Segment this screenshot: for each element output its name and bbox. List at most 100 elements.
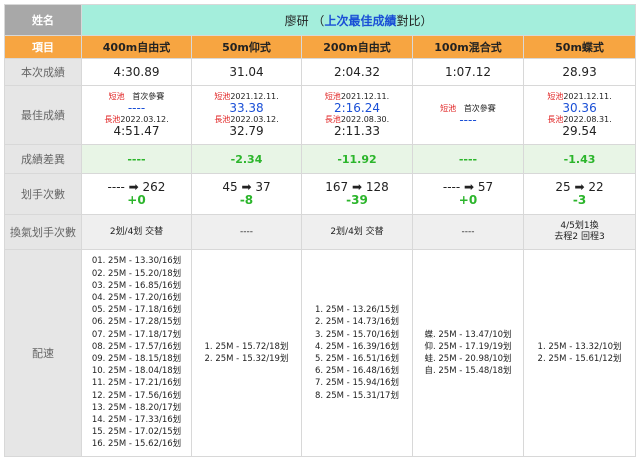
strokes-cell: ---- ➡ 57 +0 [412, 173, 524, 215]
diff-value: ---- [81, 144, 192, 174]
long-course-date: 2022.03.12. [120, 115, 169, 124]
pace-split: 7. 25M - 15.94/16划 [315, 378, 399, 389]
pace-split: 06. 25M - 17.28/15划 [91, 317, 182, 328]
breath-cell: 2划/4划 交替 [81, 214, 192, 250]
pace-cell: 1. 25M - 15.72/18划 2. 25M - 15.32/19划 [191, 249, 302, 457]
breath-cell: ---- [412, 214, 524, 250]
strokes-diff: -3 [572, 193, 587, 207]
best-cell: 短池 首次參賽 ---- [412, 85, 524, 145]
pace-split: 08. 25M - 17.57/16划 [91, 341, 182, 352]
pace-split: 6. 25M - 16.48/16划 [315, 366, 399, 377]
breath-pattern: 2划/4划 交替 [330, 226, 384, 237]
pace-cell: 1. 25M - 13.26/15划 2. 25M - 14.73/16划 3. 2… [301, 249, 413, 457]
short-course-tag: 短池 [108, 92, 125, 101]
long-course-tag: 長池 [324, 115, 341, 124]
current-row: 本次成績 4:30.89 31.04 2:04.32 1:07.12 28.93 [4, 58, 637, 86]
breath-pattern: ---- [461, 226, 475, 237]
diff-value: -1.43 [522, 144, 637, 174]
best-label: 最佳成績 [4, 85, 82, 145]
event-header-label: 項目 [4, 35, 82, 59]
pace-split: 5. 25M - 16.51/16划 [315, 354, 399, 364]
pace-split: 1. 25M - 15.72/18划 [204, 341, 289, 352]
paren-open: （ [312, 13, 325, 28]
event-header-row: 項目 400m自由式 50m仰式 200m自由式 100m混合式 50m蝶式 [4, 35, 637, 59]
best-cell: 短池2021.12.11. 2:16.24 長池2022.08.30. 2:11… [301, 85, 413, 145]
pace-split: 09. 25M - 18.15/18划 [91, 354, 182, 364]
event-header: 400m自由式 [81, 35, 192, 59]
pace-label: 配速 [4, 249, 82, 457]
diff-value: ---- [412, 144, 524, 174]
long-course-time: 29.54 [562, 124, 597, 138]
pace-split: 14. 25M - 17.33/16划 [91, 415, 182, 426]
strokes-cell: ---- ➡ 262 +0 [81, 173, 192, 215]
title-accent: 上次最佳成績 [324, 13, 397, 28]
short-course-date: 首次參賽 [463, 103, 496, 113]
short-course-time: ---- [459, 112, 477, 127]
breath-pattern-detail: 去程2 回程3 [554, 232, 605, 242]
pace-split: 蝶. 25M - 13.47/10划 [424, 329, 512, 340]
pace-list: 1. 25M - 13.32/10划 2. 25M - 15.61/12划 [538, 341, 622, 365]
pace-list: 1. 25M - 15.72/18划 2. 25M - 15.32/19划 [205, 341, 289, 365]
strokes-cell: 167 ➡ 128 -39 [301, 173, 413, 215]
best-cell: 短池2021.12.11. 33.38 長池2022.03.12. 32.79 [191, 85, 302, 145]
short-course-date: 首次參賽 [132, 92, 165, 101]
diff-value: -2.34 [191, 144, 302, 174]
pace-split: 13. 25M - 18.20/17划 [91, 402, 182, 413]
short-course-tag: 短池 [214, 92, 231, 101]
long-course-time: 32.79 [229, 124, 264, 138]
best-cell: 短池 首次參賽 ---- 長池2022.03.12. 4:51.47 [81, 85, 192, 145]
short-course-tag: 短池 [547, 92, 564, 101]
long-course-tag: 長池 [214, 115, 231, 124]
pace-split: 2. 25M - 15.61/12划 [537, 354, 622, 364]
pace-split: 3. 25M - 15.70/16划 [315, 329, 399, 340]
strokes-diff: +0 [458, 193, 478, 207]
current-time: 1:07.12 [412, 58, 524, 86]
pace-split: 02. 25M - 15.20/18划 [91, 268, 182, 279]
diff-label: 成績差異 [4, 144, 82, 174]
long-course-time: 4:51.47 [113, 124, 160, 138]
breath-cell: 4/5划1換 去程2 回程3 [522, 214, 637, 250]
pace-split: 蛙. 25M - 20.98/10划 [424, 354, 512, 364]
event-header: 50m仰式 [191, 35, 302, 59]
strokes-label: 划手次數 [4, 173, 82, 215]
name-label: 姓名 [4, 4, 82, 36]
short-course-date: 2021.12.11. [563, 92, 612, 101]
long-course-date: 2022.08.30. [340, 115, 390, 124]
long-course-time: 2:11.33 [333, 124, 381, 138]
long-course-tag: 長池 [547, 115, 564, 124]
long-course-date: 2022.08.31. [563, 115, 612, 124]
strokes-diff: -8 [239, 193, 254, 207]
pace-split: 4. 25M - 16.39/16划 [315, 341, 399, 352]
pace-split: 05. 25M - 17.18/16划 [91, 305, 182, 316]
short-course-time: 30.36 [562, 101, 597, 115]
pace-split: 04. 25M - 17.20/16划 [91, 292, 182, 303]
pace-split: 15. 25M - 17.02/15划 [91, 427, 182, 438]
pace-list: 蝶. 25M - 13.47/10划 仰. 25M - 17.19/19划 蛙. 2… [424, 329, 511, 378]
strokes-row: 划手次數 ---- ➡ 262 +0 45 ➡ 37 -8 167 ➡ 128 -39… [4, 173, 637, 215]
results-table-wrapper: 姓名 廖研 （上次最佳成績對比） 項目 400m自由式 50m仰式 200m自由… [4, 4, 637, 457]
short-course-tag: 短池 [324, 92, 341, 101]
pace-cell: 01. 25M - 13.30/16划 02. 25M - 15.20/18划 03… [81, 249, 192, 457]
pace-cell: 1. 25M - 13.32/10划 2. 25M - 15.61/12划 [522, 249, 637, 457]
pace-list: 1. 25M - 13.26/15划 2. 25M - 14.73/16划 3. 2… [315, 304, 399, 402]
long-course-tag: 長池 [104, 115, 121, 124]
short-course-time: ---- [127, 101, 146, 115]
breath-pattern: 4/5划1換 [560, 221, 599, 231]
current-time: 4:30.89 [81, 58, 192, 86]
pace-split: 仰. 25M - 17.19/19划 [424, 341, 512, 352]
pace-split: 01. 25M - 13.30/16划 [91, 256, 182, 267]
event-header: 50m蝶式 [522, 35, 637, 59]
breath-row: 換氣划手次數 2划/4划 交替 ---- 2划/4划 交替 ---- 4/5划1… [4, 214, 637, 250]
title-row: 姓名 廖研 （上次最佳成績對比） [4, 4, 637, 36]
pace-split: 10. 25M - 18.04/18划 [91, 366, 182, 377]
strokes-cell: 45 ➡ 37 -8 [191, 173, 302, 215]
breath-pattern: ---- [240, 226, 253, 237]
pace-split: 1. 25M - 13.32/10划 [537, 341, 622, 352]
diff-value: -11.92 [301, 144, 413, 174]
diff-row: 成績差異 ---- -2.34 -11.92 ---- -1.43 [4, 144, 637, 174]
current-time: 28.93 [522, 58, 637, 86]
short-course-time: 33.38 [229, 101, 264, 115]
pace-split: 03. 25M - 16.85/16划 [91, 280, 182, 291]
pace-split: 2. 25M - 15.32/19划 [204, 354, 289, 364]
short-course-date: 2021.12.11. [230, 92, 279, 101]
